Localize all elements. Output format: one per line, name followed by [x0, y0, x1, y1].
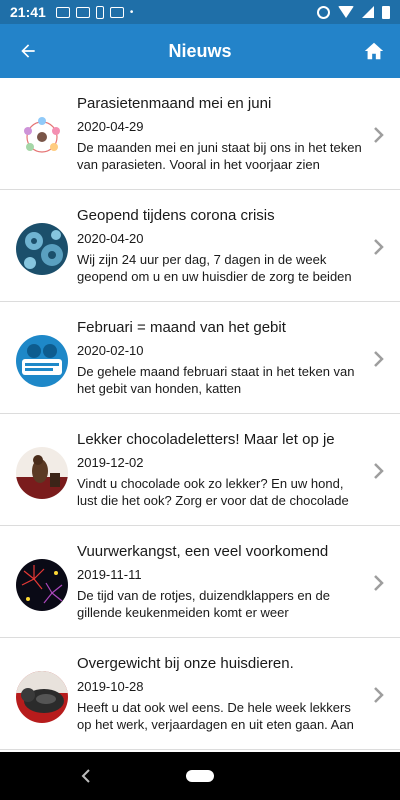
news-date: 2019-10-28 [77, 679, 144, 694]
news-date: 2020-04-20 [77, 231, 144, 246]
news-date: 2020-02-10 [77, 343, 144, 358]
nav-home-pill[interactable] [186, 770, 214, 782]
chevron-right-icon [374, 575, 384, 591]
news-date: 2020-04-29 [77, 119, 144, 134]
news-excerpt: Heeft u dat ook wel eens. De hele week l… [77, 700, 354, 732]
status-time: 21:41 [10, 4, 46, 20]
mail-notification-icon [75, 6, 90, 18]
app-bar: Nieuws [0, 24, 400, 78]
data-saver-icon [317, 5, 330, 19]
news-text: Vuurwerkangst, een veel voorkomend 2019-… [77, 542, 367, 621]
wifi-icon [338, 6, 354, 18]
news-excerpt: De gehele maand februari staat in het te… [77, 364, 355, 396]
phone-notification-icon [95, 5, 104, 19]
home-button[interactable] [360, 37, 388, 65]
news-date: 2019-11-11 [77, 567, 142, 582]
news-thumbnail-chocolate [16, 447, 68, 499]
news-item[interactable]: Geopend tijdens corona crisis 2020-04-20… [0, 190, 400, 302]
news-text: Geopend tijdens corona crisis 2020-04-20… [77, 206, 367, 285]
news-item[interactable]: Vuurwerkangst, een veel voorkomend 2019-… [0, 526, 400, 638]
image-notification-icon [55, 6, 70, 18]
news-thumbnail-overweight-pet [16, 671, 68, 723]
news-title: Lekker chocoladeletters! Maar let op je [77, 431, 335, 448]
news-title: Parasietenmaand mei en juni [77, 95, 272, 112]
news-list: Parasietenmaand mei en juni 2020-04-29 D… [0, 78, 400, 752]
system-navigation-bar [0, 752, 400, 800]
news-thumbnail-corona [16, 223, 68, 275]
news-text: Februari = maand van het gebit 2020-02-1… [77, 318, 367, 397]
news-text: Overgewicht bij onze huisdieren. 2019-10… [77, 654, 367, 733]
app-notification-icon [109, 6, 124, 18]
chevron-right-icon [374, 127, 384, 143]
status-bar: 21:41 • [0, 0, 400, 24]
news-item[interactable]: Lekker chocoladeletters! Maar let op je … [0, 414, 400, 526]
news-text: Parasietenmaand mei en juni 2020-04-29 D… [77, 94, 367, 173]
nav-back-icon[interactable] [78, 768, 94, 784]
news-excerpt: Vindt u chocolade ook zo lekker? En uw h… [77, 476, 349, 508]
system-icons [317, 5, 390, 19]
signal-icon [362, 6, 374, 18]
news-excerpt: De maanden mei en juni staat bij ons in … [77, 140, 362, 172]
news-title: Geopend tijdens corona crisis [77, 207, 275, 224]
news-item[interactable]: Overgewicht bij onze huisdieren. 2019-10… [0, 638, 400, 750]
news-title: Februari = maand van het gebit [77, 319, 286, 336]
news-item[interactable]: Februari = maand van het gebit 2020-02-1… [0, 302, 400, 414]
back-button[interactable] [14, 37, 42, 65]
news-excerpt: De tijd van de rotjes, duizendklappers e… [77, 588, 330, 620]
news-thumbnail-parasites [16, 111, 68, 163]
chevron-right-icon [374, 687, 384, 703]
news-item[interactable]: Parasietenmaand mei en juni 2020-04-29 D… [0, 78, 400, 190]
news-title: Vuurwerkangst, een veel voorkomend [77, 543, 329, 560]
page-title: Nieuws [168, 40, 232, 61]
battery-icon [382, 5, 390, 19]
home-icon [364, 42, 384, 60]
chevron-right-icon [374, 351, 384, 367]
news-thumbnail-fireworks [16, 559, 68, 611]
news-title: Overgewicht bij onze huisdieren. [77, 655, 294, 672]
dot-icon: • [129, 6, 134, 18]
news-excerpt: Wij zijn 24 uur per dag, 7 dagen in de w… [77, 252, 352, 284]
news-text: Lekker chocoladeletters! Maar let op je … [77, 430, 367, 509]
chevron-right-icon [374, 239, 384, 255]
news-thumbnail-dental-logo [16, 335, 68, 387]
chevron-right-icon [374, 463, 384, 479]
arrow-left-icon [21, 44, 35, 58]
notification-icons: • [55, 5, 134, 19]
news-date: 2019-12-02 [77, 455, 144, 470]
